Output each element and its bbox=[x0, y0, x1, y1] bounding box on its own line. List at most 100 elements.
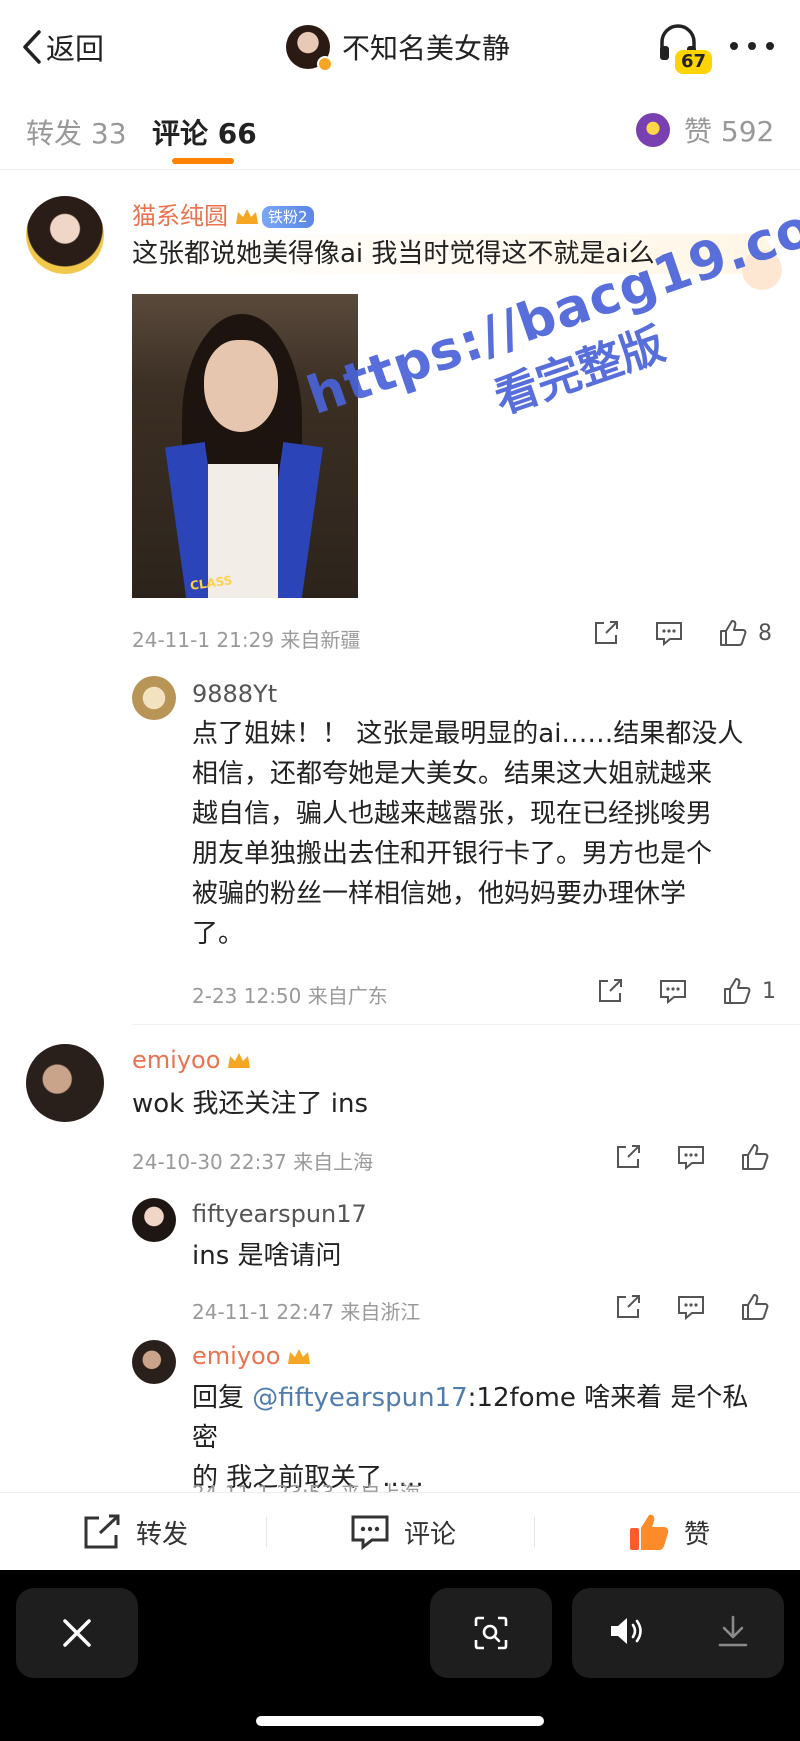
like-button[interactable] bbox=[740, 1292, 770, 1322]
comment-button[interactable]: 评论 bbox=[350, 1493, 456, 1571]
divider bbox=[534, 1517, 535, 1547]
home-indicator bbox=[256, 1716, 544, 1726]
reply-button[interactable] bbox=[676, 1143, 706, 1171]
listen-button[interactable]: 67 bbox=[656, 20, 714, 80]
comment-image[interactable]: CLASS bbox=[132, 294, 358, 598]
chevron-left-icon bbox=[23, 30, 41, 64]
user-mention-link[interactable]: @fiftyearspun17 bbox=[252, 1383, 467, 1413]
dot-icon bbox=[730, 42, 738, 50]
comment-icon bbox=[660, 980, 686, 1005]
reply-meta: 24-11-1 22:47 来自浙江 bbox=[192, 1300, 421, 1324]
reply-username[interactable]: 9888Yt bbox=[192, 680, 277, 708]
comment-icon bbox=[656, 622, 682, 647]
dot-icon bbox=[766, 42, 774, 50]
like-button[interactable]: 8 bbox=[718, 618, 772, 648]
share-button[interactable] bbox=[614, 1293, 642, 1321]
share-icon bbox=[617, 1145, 640, 1168]
reply-text-line: 点了姐妹！！ 这张是最明显的ai……结果都没人 bbox=[192, 719, 744, 749]
comment-username[interactable]: emiyoo bbox=[132, 1046, 252, 1074]
share-button[interactable] bbox=[592, 619, 620, 647]
reply-text-line: 了。 bbox=[192, 919, 245, 949]
divider bbox=[266, 1517, 267, 1547]
reply-text-line: 朋友单独搬出去住和开银行卡了。男方也是个 bbox=[192, 839, 713, 869]
repost-label: 转发 bbox=[136, 1519, 189, 1550]
tab-comment[interactable]: 评论 66 bbox=[152, 112, 257, 152]
thumbs-up-icon bbox=[724, 978, 751, 1004]
tab-repost[interactable]: 转发 33 bbox=[26, 112, 127, 152]
reply-meta: 2-23 12:50 来自广东 bbox=[192, 984, 388, 1008]
page-title: 不知名美女静 bbox=[342, 32, 511, 65]
reply-text-line: 被骗的粉丝一样相信她，他妈妈要办理休学 bbox=[192, 879, 687, 909]
more-options-button[interactable] bbox=[730, 36, 774, 56]
close-button[interactable] bbox=[16, 1588, 138, 1678]
repost-button[interactable]: 转发 bbox=[82, 1493, 188, 1571]
back-label: 返回 bbox=[46, 32, 105, 66]
verified-badge-icon bbox=[317, 56, 333, 72]
share-icon bbox=[599, 979, 622, 1002]
avatar[interactable] bbox=[132, 1198, 176, 1242]
reply-text: ins 是啥请问 bbox=[192, 1241, 342, 1271]
dot-icon bbox=[748, 42, 756, 50]
crown-icon bbox=[236, 209, 258, 224]
thumbs-up-icon bbox=[742, 1294, 769, 1320]
reply-actions: 1 bbox=[596, 976, 776, 1006]
reply-text-line: 回复 @fiftyearspun17:12fome 啥来着 是个私密 bbox=[192, 1383, 749, 1453]
comment-username[interactable]: 猫系纯圆 铁粉2 bbox=[132, 196, 314, 231]
crown-icon bbox=[228, 1053, 251, 1068]
like-button[interactable] bbox=[740, 1142, 770, 1172]
reply-text: 点了姐妹！！ 这张是最明显的ai……结果都没人 相信，还都夸她是大美女。结果这大… bbox=[192, 714, 772, 954]
comment-label: 评论 bbox=[404, 1519, 457, 1550]
comment-meta: 24-10-30 22:37 来自上海 bbox=[132, 1150, 374, 1174]
comment-icon bbox=[678, 1296, 704, 1321]
like-count: 8 bbox=[758, 620, 772, 646]
comment-icon bbox=[351, 1515, 389, 1551]
comment-meta: 24-11-1 21:29 来自新疆 bbox=[132, 628, 361, 652]
share-icon bbox=[595, 621, 618, 644]
listen-count-badge: 67 bbox=[675, 50, 713, 74]
avatar[interactable] bbox=[132, 676, 176, 720]
divider bbox=[132, 1024, 800, 1025]
reply-button[interactable] bbox=[654, 619, 684, 647]
thumbs-up-icon bbox=[720, 620, 747, 646]
reply-username[interactable]: fiftyearspun17 bbox=[192, 1200, 367, 1228]
reply-button[interactable] bbox=[658, 977, 688, 1005]
reply-text-line: 越自信，骗人也越来越嚣张，现在已经挑唆男 bbox=[192, 799, 713, 829]
download-icon bbox=[718, 1615, 747, 1647]
reply-text-line: 相信，还都夸她是大美女。结果这大姐就越来 bbox=[192, 759, 713, 789]
close-icon bbox=[63, 1619, 91, 1647]
download-button[interactable] bbox=[717, 1614, 749, 1652]
comment-text: wok 我还关注了 ins bbox=[132, 1089, 369, 1119]
top-nav-bar: 返回 不知名美女静 67 bbox=[0, 0, 800, 92]
bottom-action-bar: 转发 评论 赞 bbox=[0, 1492, 800, 1570]
volume-button[interactable] bbox=[608, 1615, 646, 1651]
avatar[interactable] bbox=[132, 1340, 176, 1384]
tab-like-label: 赞 592 bbox=[684, 115, 775, 148]
image-search-button[interactable] bbox=[430, 1588, 552, 1678]
like-count: 1 bbox=[762, 978, 776, 1004]
share-button[interactable] bbox=[614, 1143, 642, 1171]
liker-avatar bbox=[636, 113, 670, 147]
viewer-toolbar bbox=[0, 1570, 800, 1741]
comment-actions bbox=[614, 1142, 770, 1172]
fan-badge: 铁粉2 bbox=[262, 206, 314, 228]
avatar[interactable] bbox=[26, 196, 104, 274]
like-post-button[interactable]: 赞 bbox=[628, 1493, 710, 1571]
like-button[interactable]: 1 bbox=[722, 976, 776, 1006]
reply-button[interactable] bbox=[676, 1293, 706, 1321]
media-controls bbox=[572, 1588, 784, 1678]
page-title-area[interactable]: 不知名美女静 bbox=[286, 22, 510, 72]
share-button[interactable] bbox=[596, 977, 624, 1005]
tab-bar: 转发 33 评论 66 赞 592 bbox=[0, 100, 800, 170]
author-avatar[interactable] bbox=[286, 25, 333, 72]
crown-icon bbox=[288, 1349, 311, 1364]
share-icon bbox=[84, 1514, 120, 1549]
like-label: 赞 bbox=[684, 1519, 711, 1550]
volume-icon bbox=[610, 1618, 642, 1644]
image-face bbox=[204, 340, 278, 432]
reply-username[interactable]: emiyoo bbox=[192, 1342, 312, 1370]
back-button[interactable]: 返回 bbox=[22, 22, 104, 72]
tab-like[interactable]: 赞 592 bbox=[636, 110, 774, 150]
avatar[interactable] bbox=[26, 1044, 104, 1122]
comment-icon bbox=[678, 1146, 704, 1171]
comment-actions: 8 bbox=[592, 618, 772, 648]
